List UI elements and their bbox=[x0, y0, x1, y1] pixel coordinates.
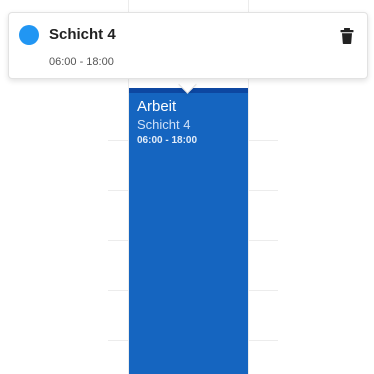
popover-time: 06:00 - 18:00 bbox=[49, 56, 114, 68]
event-popover: Schicht 4 06:00 - 18:00 bbox=[8, 12, 368, 79]
calendar-view: Arbeit Schicht 4 06:00 - 18:00 Schicht 4… bbox=[0, 0, 374, 374]
grid-line bbox=[248, 290, 278, 291]
event-title: Arbeit bbox=[137, 98, 177, 115]
event-subtitle: Schicht 4 bbox=[137, 117, 191, 132]
grid-line bbox=[248, 190, 278, 191]
grid-line bbox=[248, 140, 278, 141]
grid-line bbox=[248, 340, 278, 341]
trash-icon[interactable] bbox=[339, 27, 355, 45]
popover-title: Schicht 4 bbox=[49, 26, 116, 43]
grid-line bbox=[248, 240, 278, 241]
event-color-dot bbox=[19, 25, 39, 45]
calendar-event[interactable]: Arbeit Schicht 4 06:00 - 18:00 bbox=[129, 88, 248, 374]
event-time: 06:00 - 18:00 bbox=[137, 135, 198, 146]
